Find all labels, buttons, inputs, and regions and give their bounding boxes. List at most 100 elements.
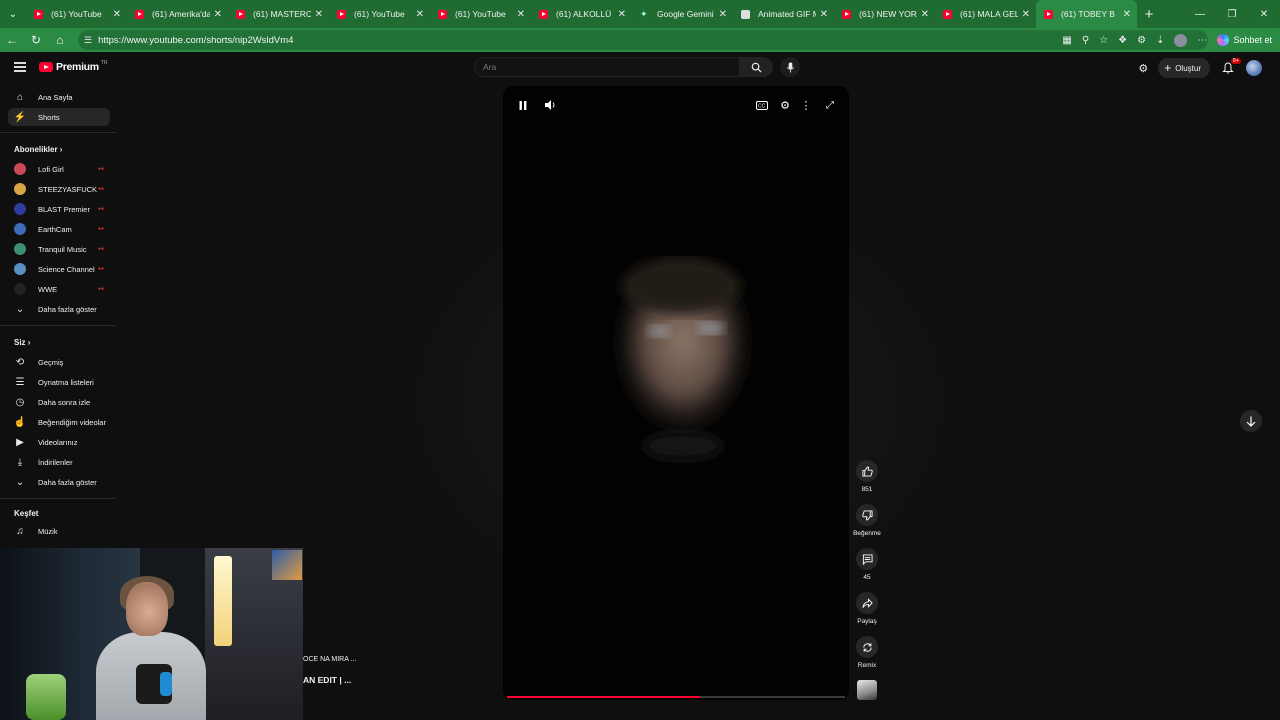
close-tab-icon[interactable]: ✕ bbox=[315, 9, 323, 20]
youtube-logo[interactable]: Premium TR bbox=[39, 60, 108, 73]
browser-essentials-icon[interactable]: ⚙ bbox=[1137, 35, 1146, 46]
subscription-item[interactable]: Science Channel ●● bbox=[8, 260, 110, 278]
downloads-icon[interactable]: ⇣ bbox=[1156, 35, 1164, 46]
subscription-item[interactable]: WWE ●● bbox=[8, 280, 110, 298]
close-tab-icon[interactable]: ✕ bbox=[113, 9, 121, 20]
sidebar-item-you[interactable]: ⟲ Geçmiş bbox=[8, 353, 110, 371]
tab-actions-chevron-icon[interactable]: ⌄ bbox=[0, 0, 26, 28]
close-tab-icon[interactable]: ✕ bbox=[416, 9, 424, 20]
captions-icon[interactable]: CC bbox=[755, 98, 769, 112]
notification-badge: 9+ bbox=[1230, 58, 1241, 64]
settings-gear-icon[interactable]: ⚙ bbox=[1138, 62, 1148, 75]
dislike-button[interactable] bbox=[856, 504, 878, 526]
notifications-button[interactable]: 9+ bbox=[1220, 58, 1241, 76]
tab-title: (61) NEW YORK ' bbox=[859, 9, 917, 19]
restore-icon[interactable]: ❐ bbox=[1216, 0, 1248, 28]
subscription-item[interactable]: Lofi Girl ●● bbox=[8, 160, 110, 178]
minimize-icon[interactable]: — bbox=[1184, 0, 1216, 28]
close-tab-icon[interactable]: ✕ bbox=[719, 9, 727, 20]
like-button[interactable] bbox=[856, 460, 878, 482]
settings-icon[interactable]: ⚙ bbox=[778, 98, 792, 112]
more-menu-icon[interactable]: ⋯ bbox=[1197, 35, 1207, 46]
tab-title: Google Gemini bbox=[657, 9, 714, 19]
reload-button[interactable]: ↻ bbox=[24, 28, 48, 52]
menu-icon[interactable] bbox=[14, 62, 26, 72]
plus-icon: + bbox=[1164, 61, 1172, 75]
favorite-star-icon[interactable]: ☆ bbox=[1099, 35, 1108, 46]
subscriptions-heading[interactable]: Abonelikler › bbox=[14, 145, 62, 154]
remix-button[interactable] bbox=[856, 636, 878, 658]
browser-tab[interactable]: ✦ Google Gemini ✕ bbox=[632, 0, 733, 28]
next-video-button[interactable] bbox=[1240, 410, 1262, 432]
channel-avatar bbox=[14, 183, 26, 195]
browser-tab[interactable]: Animated GIF Ma ✕ bbox=[733, 0, 834, 28]
extensions-icon[interactable]: ❖ bbox=[1118, 35, 1127, 46]
address-bar[interactable]: ☰ https://www.youtube.com/shorts/nip2Wsl… bbox=[78, 30, 1208, 50]
share-button[interactable] bbox=[856, 592, 878, 614]
sidebar-item-you[interactable]: ☝ Beğendiğim videolar bbox=[8, 413, 110, 431]
close-tab-icon[interactable]: ✕ bbox=[921, 9, 929, 20]
youtube-logo-icon bbox=[39, 62, 53, 72]
close-tab-icon[interactable]: ✕ bbox=[618, 9, 626, 20]
close-tab-icon[interactable]: ✕ bbox=[517, 9, 525, 20]
sound-thumbnail[interactable] bbox=[857, 680, 877, 700]
comments-button[interactable] bbox=[856, 548, 878, 570]
search-input[interactable]: Ara bbox=[474, 57, 740, 77]
subscription-item[interactable]: Tranquil Music ●● bbox=[8, 240, 110, 258]
new-tab-button[interactable]: + bbox=[1137, 6, 1161, 23]
sidebar-item-you[interactable]: ◷ Daha sonra izle bbox=[8, 393, 110, 411]
pause-icon[interactable] bbox=[516, 98, 530, 112]
browser-tab[interactable]: (61) NEW YORK ' ✕ bbox=[834, 0, 935, 28]
comment-icon bbox=[862, 553, 873, 565]
copilot-icon bbox=[1217, 34, 1230, 46]
music-icon: ♫ bbox=[16, 525, 24, 537]
sidebar-item-shorts[interactable]: ⚡ Shorts bbox=[8, 108, 110, 126]
close-window-icon[interactable]: ✕ bbox=[1248, 0, 1280, 28]
more-vert-icon[interactable]: ⋮ bbox=[799, 98, 813, 112]
tab-title: Animated GIF Ma bbox=[758, 9, 816, 19]
chevron-down-icon: ⌄ bbox=[15, 303, 25, 315]
video-progress-bar[interactable] bbox=[507, 696, 845, 698]
show-more-you[interactable]: ⌄ Daha fazla göster bbox=[8, 473, 110, 491]
browser-tab[interactable]: (61) ALKOLLÜ YILI ✕ bbox=[531, 0, 632, 28]
subscription-item[interactable]: BLAST Premier ●● bbox=[8, 200, 110, 218]
subscription-item[interactable]: STEEZYASFUCK ●● bbox=[8, 180, 110, 198]
voice-search-button[interactable] bbox=[780, 57, 800, 77]
sidebar-item-music[interactable]: ♫ Müzik bbox=[8, 522, 110, 540]
fullscreen-icon[interactable]: ⤢ bbox=[823, 98, 837, 112]
browser-tab[interactable]: (61) YouTube ✕ bbox=[329, 0, 430, 28]
volume-icon[interactable] bbox=[544, 98, 558, 112]
browser-tab[interactable]: (61) YouTube ✕ bbox=[430, 0, 531, 28]
browser-tab[interactable]: (61) MASTERCHEF ✕ bbox=[228, 0, 329, 28]
close-tab-icon[interactable]: ✕ bbox=[1123, 9, 1131, 20]
close-tab-icon[interactable]: ✕ bbox=[820, 9, 828, 20]
account-avatar[interactable] bbox=[1246, 60, 1262, 76]
browser-tab[interactable]: (61) TOBEY B ✕ bbox=[1036, 0, 1137, 28]
copilot-chat-button[interactable]: Sohbet et bbox=[1217, 34, 1272, 46]
profile-avatar[interactable] bbox=[1174, 33, 1188, 47]
youtube-header: Premium TR Ara ⚙ + Oluştur 9+ bbox=[0, 52, 1280, 84]
browser-tab[interactable]: (61) MALA GELİYO ✕ bbox=[935, 0, 1036, 28]
sidebar-item-home[interactable]: ⌂ Ana Sayfa bbox=[8, 88, 110, 106]
sidebar-item-you[interactable]: ⤓ İndirilenler bbox=[8, 453, 110, 471]
search-button[interactable] bbox=[740, 57, 773, 77]
browser-tab[interactable]: (61) YouTube ✕ bbox=[26, 0, 127, 28]
sidebar-item-you[interactable]: ☰ Oynatma listeleri bbox=[8, 373, 110, 391]
sidebar-item-you[interactable]: ▶ Videolarınız bbox=[8, 433, 110, 451]
shorts-player[interactable]: CC ⚙ ⋮ ⤢ bbox=[503, 86, 849, 700]
zoom-icon[interactable]: ⚲ bbox=[1082, 35, 1089, 46]
close-tab-icon[interactable]: ✕ bbox=[214, 9, 222, 20]
show-more-subscriptions[interactable]: ⌄ Daha fazla göster bbox=[8, 300, 110, 318]
home-button[interactable]: ⌂ bbox=[48, 28, 72, 52]
thumbs-up-icon bbox=[861, 465, 873, 477]
site-info-icon[interactable]: ☰ bbox=[84, 35, 92, 46]
browser-tab[interactable]: (61) Amerika'da P ✕ bbox=[127, 0, 228, 28]
subscription-item[interactable]: EarthCam ●● bbox=[8, 220, 110, 238]
you-heading[interactable]: Siz › bbox=[14, 338, 30, 347]
share-action: Paylaş bbox=[850, 592, 884, 625]
back-button[interactable]: ← bbox=[0, 28, 24, 52]
app-available-icon[interactable]: ▦ bbox=[1062, 35, 1071, 46]
close-tab-icon[interactable]: ✕ bbox=[1022, 9, 1030, 20]
create-button[interactable]: + Oluştur bbox=[1158, 58, 1210, 78]
sidebar-item-label: İndirilenler bbox=[38, 457, 73, 467]
